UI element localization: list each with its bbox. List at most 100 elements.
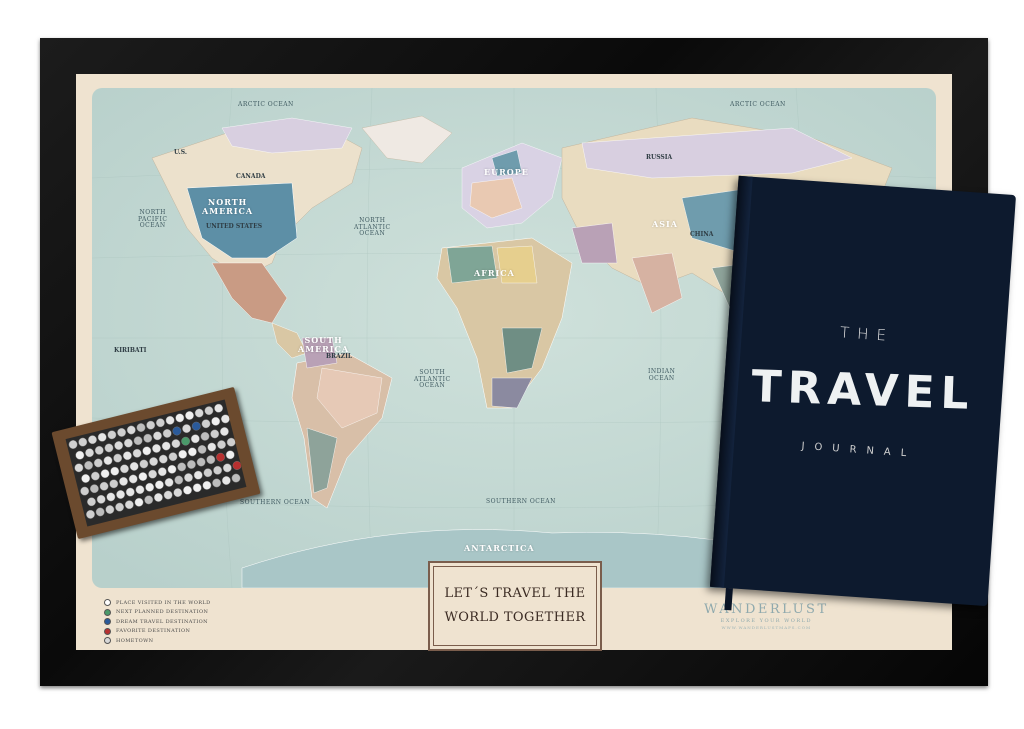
- pin-head: [135, 485, 145, 495]
- pin-head: [192, 483, 202, 493]
- legend-pin-green-icon: [104, 608, 111, 616]
- legend-label: DREAM TRAVEL DESTINATION: [116, 618, 208, 625]
- pin-head: [117, 428, 126, 437]
- pin-head: [78, 437, 88, 447]
- pin-head: [168, 452, 178, 462]
- travel-journal: THE TRAVEL JOURNAL: [709, 175, 1017, 611]
- country-label-canada: CANADA: [236, 173, 266, 180]
- pin-head: [122, 451, 132, 461]
- brand-url: WWW.WANDERLUSTMAPS.COM: [721, 625, 812, 630]
- pin-head: [172, 426, 182, 436]
- pin-head: [100, 469, 110, 479]
- pin-head: [231, 473, 241, 483]
- pin-head: [75, 450, 85, 460]
- legend-row: NEXT PLANNED DESTINATION: [104, 608, 211, 618]
- pin-head: [125, 487, 135, 497]
- pin-head: [158, 454, 168, 464]
- pin-head: [214, 403, 224, 413]
- pin-head: [217, 440, 226, 450]
- title-line-2: WORLD TOGETHER: [444, 610, 586, 625]
- pin-head: [85, 448, 94, 458]
- pin-head: [136, 423, 146, 432]
- pin-head: [148, 469, 157, 479]
- pin-head: [165, 415, 175, 425]
- pin-head: [129, 461, 139, 471]
- pin-head: [89, 484, 99, 494]
- legend-label: FAVORITE DESTINATION: [116, 628, 191, 635]
- ocean-label-indian: INDIAN OCEAN: [648, 368, 676, 382]
- pin-head: [216, 452, 225, 462]
- legend-pin-blue-icon: [104, 618, 111, 626]
- country-label-us-alaska: U.S.: [174, 149, 187, 156]
- pin-head: [187, 447, 197, 457]
- country-label-kiribati: KIRIBATI: [114, 347, 147, 354]
- legend-row: PLACE VISITED IN THE WORLD: [104, 598, 211, 608]
- pin-head: [81, 474, 91, 483]
- pin-head: [94, 445, 104, 455]
- pin-head: [173, 488, 183, 498]
- pin-head: [177, 462, 187, 472]
- pin-head: [132, 448, 142, 458]
- pin-head: [222, 463, 232, 473]
- pin-head: [210, 429, 220, 439]
- pin-head: [211, 416, 221, 426]
- ocean-label-north-pacific: NORTH PACIFIC OCEAN: [138, 209, 168, 230]
- brand-logo: WANDERLUST EXPLORE YOUR WORLD WWW.WANDER…: [704, 602, 829, 630]
- country-label-russia: RUSSIA: [646, 154, 673, 161]
- pin-head: [126, 425, 136, 435]
- legend-pin-red-icon: [104, 627, 111, 635]
- pin-head: [146, 420, 156, 430]
- pin-head: [163, 490, 173, 500]
- pin-head: [181, 436, 191, 446]
- legend-label: PLACE VISITED IN THE WORLD: [116, 599, 211, 606]
- pin-head: [167, 464, 177, 474]
- brand-name: WANDERLUST: [704, 602, 829, 617]
- pin-head: [97, 432, 107, 442]
- pin-head: [103, 456, 113, 465]
- continent-label-europe: EUROPE: [484, 167, 529, 177]
- pin-head: [120, 464, 129, 474]
- pin-head: [161, 441, 171, 451]
- map-legend: PLACE VISITED IN THE WORLD NEXT PLANNED …: [104, 598, 211, 646]
- pin-head: [110, 466, 120, 476]
- country-label-united-states: UNITED STATES: [206, 223, 263, 230]
- pin-head: [184, 473, 193, 482]
- pin-head: [174, 475, 184, 485]
- pin-head: [157, 467, 167, 477]
- pin-head: [154, 480, 164, 490]
- pin-head: [96, 494, 106, 504]
- pin-head: [201, 419, 211, 429]
- pin-head: [162, 429, 172, 438]
- pin-head: [183, 485, 192, 495]
- pin-head: [109, 479, 119, 489]
- ocean-label-arctic-right: ARCTIC OCEAN: [730, 101, 786, 108]
- pin-head: [220, 427, 229, 436]
- pin-head: [95, 507, 105, 517]
- legend-row: FAVORITE DESTINATION: [104, 627, 211, 637]
- pin-head: [113, 453, 123, 463]
- continent-label-south-america: SOUTH AMERICA: [298, 335, 350, 354]
- pin-head: [145, 482, 155, 492]
- pin-head: [202, 480, 212, 490]
- pin-head: [175, 413, 185, 423]
- pin-head: [203, 468, 213, 478]
- pin-head: [134, 497, 144, 507]
- pin-head: [171, 439, 181, 449]
- pin-head: [196, 457, 206, 467]
- pin-head: [155, 418, 165, 428]
- pin-head: [187, 460, 196, 469]
- pin-head: [106, 492, 116, 502]
- pin-head: [114, 441, 124, 450]
- pin-head: [133, 436, 143, 446]
- pin-head: [207, 442, 217, 452]
- pin-head: [149, 457, 158, 466]
- pin-head: [119, 477, 128, 486]
- country-label-brazil: BRAZIL: [326, 353, 353, 360]
- legend-row: DREAM TRAVEL DESTINATION: [104, 617, 211, 627]
- pin-head: [197, 445, 207, 454]
- pin-head: [139, 459, 149, 469]
- pin-head: [87, 497, 96, 507]
- continent-label-antarctica: ANTARCTICA: [464, 543, 535, 553]
- ocean-label-southern-left: SOUTHERN OCEAN: [240, 499, 310, 506]
- pin-head: [221, 476, 231, 485]
